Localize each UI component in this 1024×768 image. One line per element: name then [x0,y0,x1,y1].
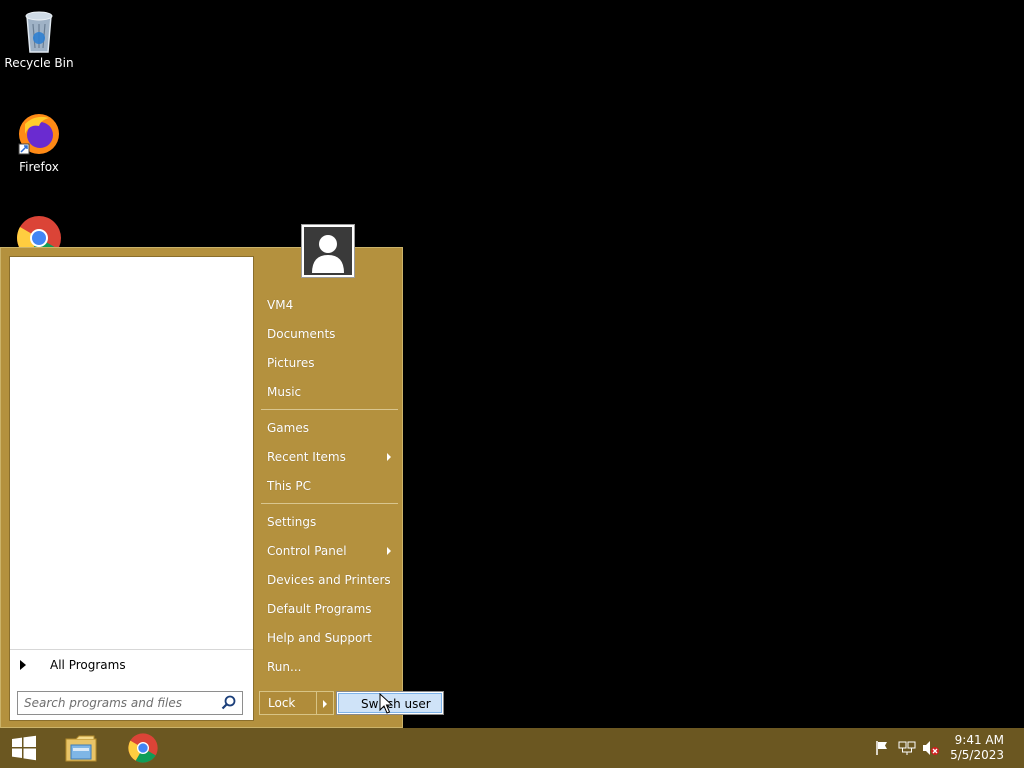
start-item-vm4[interactable]: VM4 [259,292,399,318]
start-item-label: Documents [267,327,336,341]
desktop-icon-firefox[interactable]: Firefox [0,110,78,174]
network-icon[interactable] [898,740,916,756]
start-item-label: Recent Items [267,450,346,464]
start-item-label: Settings [267,515,317,529]
start-menu: All Programs VM4 Documents Pictures Musi… [0,224,444,728]
start-item-music[interactable]: Music [259,379,399,405]
start-button[interactable] [0,728,48,768]
triangle-right-icon [20,659,26,670]
power-options-button[interactable] [317,691,334,715]
menu-separator [261,409,398,410]
start-item-label: Games [267,421,309,435]
start-item-label: VM4 [267,298,294,312]
firefox-icon [18,114,59,155]
start-item-pictures[interactable]: Pictures [259,350,399,376]
start-item-recent-items[interactable]: Recent Items [259,444,399,470]
taskbar: 9:41 AM 5/5/2023 [0,728,1024,768]
start-item-default-programs[interactable]: Default Programs [259,596,399,622]
taskbar-chrome[interactable] [119,728,167,768]
start-item-label: Pictures [267,356,315,370]
start-item-devices-and-printers[interactable]: Devices and Printers [259,567,399,593]
taskbar-file-explorer[interactable] [57,728,105,768]
start-item-label: Default Programs [267,602,372,616]
start-item-label: Devices and Printers [267,573,391,587]
windows-start-icon [12,735,36,761]
mouse-cursor-icon [379,693,393,714]
volume-muted-icon[interactable] [922,740,940,756]
lock-button[interactable]: Lock [259,691,317,715]
clock[interactable]: 9:41 AM 5/5/2023 [944,733,1004,763]
start-item-control-panel[interactable]: Control Panel [259,538,399,564]
user-picture[interactable] [301,224,355,278]
chevron-right-icon [323,700,327,708]
start-item-label: Control Panel [267,544,347,558]
start-item-label: Music [267,385,302,399]
recycle-bin-icon [25,11,53,53]
all-programs-label: All Programs [50,657,126,672]
file-explorer-icon [65,735,97,762]
chrome-icon [128,733,158,763]
user-avatar-icon [304,227,352,275]
submenu-arrow-icon [387,547,391,555]
desktop-icon-label: Recycle Bin [4,56,74,70]
start-item-documents[interactable]: Documents [259,321,399,347]
programs-pane: All Programs [9,256,254,721]
clock-time: 9:41 AM [954,733,1004,747]
start-item-run[interactable]: Run... [259,654,399,680]
start-item-label: This PC [267,479,311,493]
start-item-help-and-support[interactable]: Help and Support [259,625,399,651]
search-input[interactable] [18,695,220,711]
menu-separator [261,503,398,504]
start-item-label: Run... [267,660,302,674]
submenu-arrow-icon [387,453,391,461]
search-icon[interactable] [220,694,238,712]
flag-icon[interactable] [874,740,890,756]
desktop-icon-recycle-bin[interactable]: Recycle Bin [0,6,78,70]
start-item-settings[interactable]: Settings [259,509,399,535]
start-item-this-pc[interactable]: This PC [259,473,399,499]
clock-date: 5/5/2023 [950,748,1004,762]
start-item-label: Help and Support [267,631,372,645]
search-box[interactable] [17,691,243,715]
all-programs-button[interactable]: All Programs [10,649,253,679]
start-item-games[interactable]: Games [259,415,399,441]
desktop-icon-label: Firefox [19,160,59,174]
